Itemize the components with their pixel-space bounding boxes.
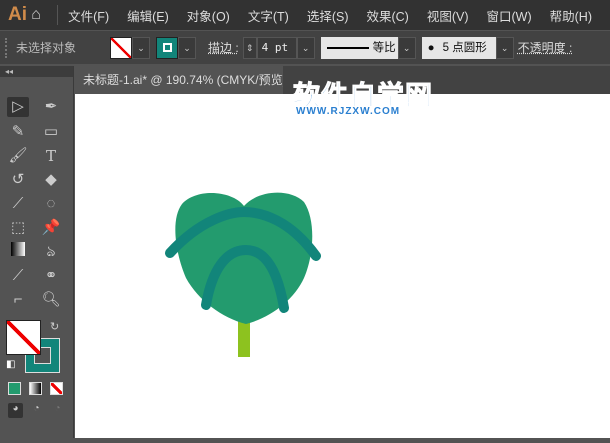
- opacity-label[interactable]: 不透明度 :: [518, 39, 573, 56]
- profile-dropdown[interactable]: ⌄: [397, 36, 416, 59]
- stem: [238, 320, 250, 357]
- rectangle-tool-icon[interactable]: ▭: [40, 122, 62, 142]
- home-icon[interactable]: ⌂: [31, 6, 47, 24]
- puppet-warp-tool-icon[interactable]: ঌ: [40, 242, 62, 262]
- stroke-dropdown[interactable]: ⌄: [178, 36, 196, 59]
- stroke-swatch[interactable]: [156, 36, 178, 59]
- fill-color-box[interactable]: [6, 320, 41, 355]
- profile-label: 等比: [372, 41, 396, 54]
- default-colors-icon[interactable]: ◧: [6, 359, 15, 370]
- fill-dropdown[interactable]: ⌄: [132, 36, 150, 59]
- menu-bar: Ai ⌂ 文件(F) 编辑(E) 对象(O) 文字(T) 选择(S) 效果(C)…: [0, 0, 610, 30]
- brush-select[interactable]: ● 5 点圆形: [421, 36, 496, 59]
- watermark-url: WWW.RJZXW.COM: [296, 106, 401, 117]
- type-tool-icon[interactable]: T: [40, 146, 62, 166]
- document-tab[interactable]: 未标题-1.ai* @ 190.74% (CMYK/预览): [75, 66, 283, 94]
- pen-tool-icon[interactable]: ✒: [40, 97, 62, 117]
- menu-window[interactable]: 窗口(W): [487, 6, 532, 25]
- menu-type[interactable]: 文字(T): [248, 6, 289, 25]
- stroke-label[interactable]: 描边 :: [208, 39, 239, 56]
- paintbrush-tool-icon[interactable]: 🖌: [7, 146, 29, 166]
- width-tool-icon[interactable]: ⟋: [7, 194, 29, 214]
- fill-swatch[interactable]: [110, 36, 132, 59]
- free-transform-tool-icon[interactable]: ⬚: [7, 218, 29, 238]
- draw-behind-icon[interactable]: ◔: [29, 403, 44, 418]
- artboard-canvas[interactable]: [75, 94, 610, 438]
- app-logo: Ai: [8, 4, 27, 25]
- selection-tool-icon[interactable]: ▷: [7, 97, 29, 117]
- blend-tool-icon[interactable]: ⚭: [40, 266, 62, 286]
- menu-file[interactable]: 文件(F): [68, 6, 109, 25]
- draw-normal-icon[interactable]: ◕: [8, 403, 23, 418]
- shape-builder-tool-icon[interactable]: ◌: [40, 194, 62, 214]
- menu-object[interactable]: 对象(O): [187, 6, 230, 25]
- stroke-stepper[interactable]: ⇕: [242, 36, 257, 59]
- gradient-mode-icon[interactable]: [29, 382, 42, 395]
- pin-tool-icon[interactable]: 📌: [40, 218, 62, 238]
- menu-edit[interactable]: 编辑(E): [127, 6, 169, 25]
- curvature-tool-icon[interactable]: ✎: [7, 122, 29, 142]
- leaf-artwork: [165, 192, 321, 357]
- eyedropper-tool-icon[interactable]: ⟋: [7, 266, 29, 286]
- collapse-icon[interactable]: ◂◂: [0, 66, 73, 77]
- menu-help[interactable]: 帮助(H): [550, 6, 592, 25]
- selection-status: 未选择对象: [16, 41, 77, 55]
- gradient-tool-icon[interactable]: [7, 242, 29, 262]
- swap-icon[interactable]: ↻: [50, 320, 59, 333]
- none-mode-icon[interactable]: [50, 382, 63, 395]
- artboard-tool-icon[interactable]: ⌐: [7, 290, 29, 310]
- stroke-weight-dropdown[interactable]: ⌄: [296, 36, 315, 59]
- menu-effect[interactable]: 效果(C): [366, 6, 408, 25]
- color-mode-icon[interactable]: [8, 382, 21, 395]
- menu-select[interactable]: 选择(S): [307, 6, 349, 25]
- stroke-weight-input[interactable]: 4 pt: [256, 36, 297, 59]
- menu-view[interactable]: 视图(V): [427, 6, 469, 25]
- draw-inside-icon[interactable]: ◔: [50, 403, 65, 418]
- grip-handle[interactable]: [5, 37, 8, 58]
- eraser-tool-icon[interactable]: ◆: [40, 170, 62, 190]
- zoom-tool-icon[interactable]: 🔍︎: [40, 290, 62, 310]
- brush-dropdown[interactable]: ⌄: [495, 36, 514, 59]
- brush-label: 5 点圆形: [442, 41, 487, 54]
- control-bar: 未选择对象 ⌄ ⌄ 描边 : ⇕ 4 pt ⌄ 等比 ⌄ ● 5 点圆形 ⌄ 不透…: [0, 31, 610, 64]
- tools-panel: ◂◂ ▷ ✒ ✎ ▭ 🖌 T ↺ ◆ ⟋ ◌ ⬚ 📌 ঌ ⟋ ⚭ ⌐ 🔍︎ ↻ …: [0, 66, 74, 438]
- rotate-tool-icon[interactable]: ↺: [7, 170, 29, 190]
- profile-select[interactable]: 等比: [320, 36, 398, 59]
